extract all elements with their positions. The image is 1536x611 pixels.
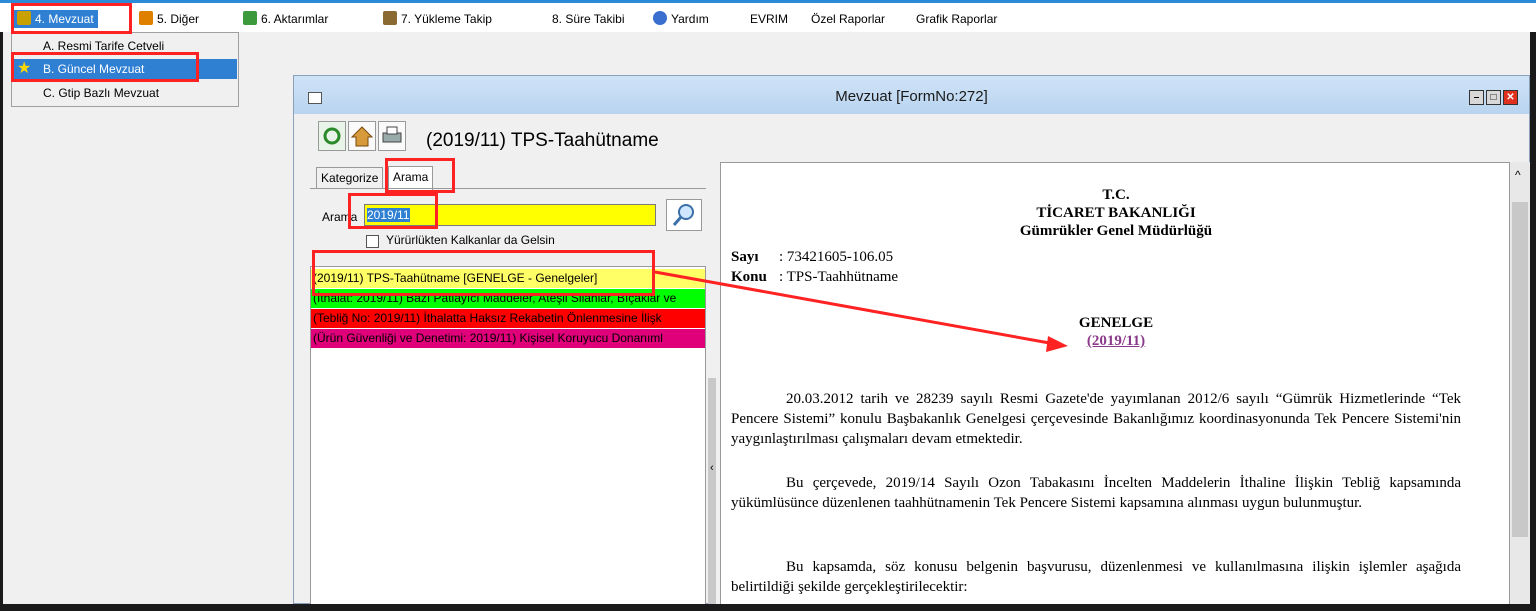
annotation-arrow bbox=[654, 270, 1068, 352]
